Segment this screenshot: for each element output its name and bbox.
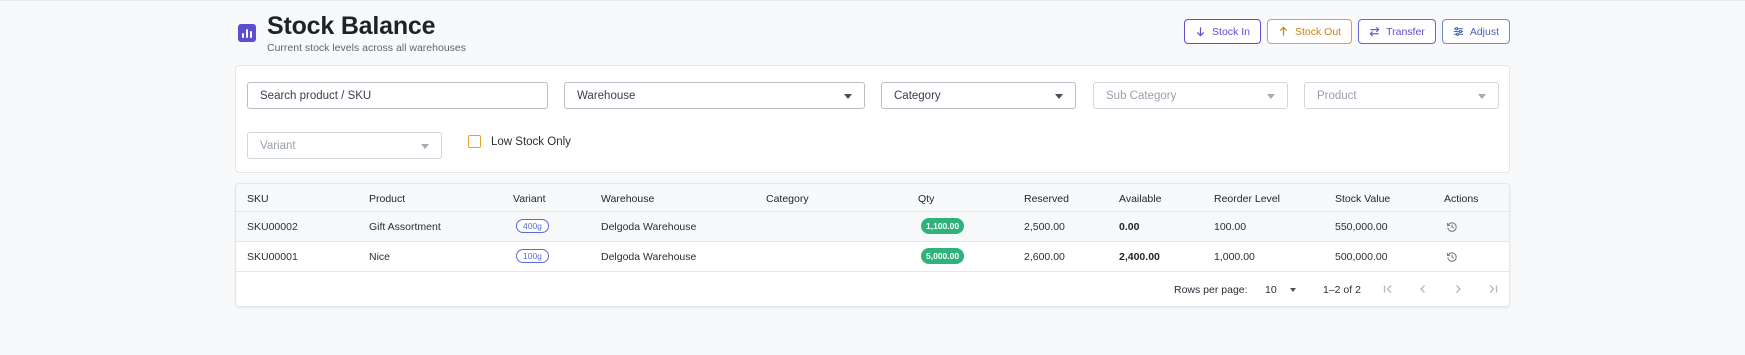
column-header-warehouse[interactable]: Warehouse [601, 193, 654, 205]
cell-available: 2,400.00 [1119, 251, 1160, 263]
header-actions: Stock In Stock Out Transfer Adjust [1184, 19, 1510, 44]
cell-product: Gift Assortment [369, 221, 441, 233]
chevron-down-icon [1055, 94, 1063, 99]
sub-category-select-label: Sub Category [1106, 89, 1177, 102]
chevron-down-icon [421, 144, 429, 149]
page-subtitle: Current stock levels across all warehous… [267, 42, 466, 54]
table-row[interactable]: SKU00001 Nice 100g Delgoda Warehouse 5,0… [236, 242, 1509, 272]
warehouse-select-label: Warehouse [577, 89, 636, 102]
search-input[interactable]: Search product / SKU [247, 82, 548, 109]
adjust-button[interactable]: Adjust [1441, 19, 1510, 44]
category-select-label: Category [894, 89, 941, 102]
previous-page-icon[interactable] [1416, 282, 1430, 296]
transfer-label: Transfer [1386, 25, 1425, 38]
low-stock-toggle[interactable]: Low Stock Only [468, 135, 571, 148]
cell-reorder-level: 100.00 [1214, 221, 1247, 233]
bar-chart-icon [238, 24, 256, 42]
stock-in-button[interactable]: Stock In [1184, 19, 1261, 44]
history-icon[interactable] [1446, 221, 1458, 233]
column-header-sku[interactable]: SKU [247, 193, 269, 205]
variant-select[interactable]: Variant [247, 132, 442, 159]
history-icon[interactable] [1446, 251, 1458, 263]
variant-chip: 100g [516, 249, 549, 263]
first-page-icon[interactable] [1381, 282, 1395, 296]
cell-reorder-level: 1,000.00 [1214, 251, 1255, 263]
cell-product: Nice [369, 251, 391, 263]
column-header-product[interactable]: Product [369, 193, 405, 205]
variant-select-label: Variant [260, 139, 296, 152]
cell-warehouse: Delgoda Warehouse [601, 251, 697, 263]
chevron-down-icon[interactable] [1290, 288, 1296, 292]
cell-stock-value: 550,000.00 [1335, 221, 1388, 233]
chevron-down-icon [1267, 94, 1275, 99]
column-header-category[interactable]: Category [766, 193, 809, 205]
adjust-label: Adjust [1469, 25, 1499, 38]
table-row[interactable]: SKU00002 Gift Assortment 400g Delgoda Wa… [236, 212, 1509, 242]
page-title: Stock Balance [267, 12, 436, 40]
product-select-label: Product [1317, 89, 1357, 102]
product-select[interactable]: Product [1304, 82, 1499, 109]
search-placeholder: Search product / SKU [260, 89, 372, 102]
qty-badge: 1,100.00 [921, 218, 965, 234]
variant-chip: 400g [516, 219, 549, 233]
top-divider [0, 0, 1745, 1]
stock-out-button[interactable]: Stock Out [1266, 19, 1353, 44]
cell-sku: SKU00002 [247, 221, 298, 233]
sub-category-select[interactable]: Sub Category [1093, 82, 1288, 109]
cell-reserved: 2,500.00 [1024, 221, 1065, 233]
column-header-reserved[interactable]: Reserved [1024, 193, 1069, 205]
chevron-down-icon [1478, 94, 1486, 99]
filter-panel: Search product / SKU Warehouse Category … [235, 65, 1510, 173]
transfer-button[interactable]: Transfer [1358, 19, 1436, 44]
low-stock-checkbox[interactable] [468, 135, 481, 148]
category-select[interactable]: Category [881, 82, 1076, 109]
warehouse-select[interactable]: Warehouse [564, 82, 865, 109]
column-header-reorder-level[interactable]: Reorder Level [1214, 193, 1280, 205]
stock-out-label: Stock Out [1294, 25, 1342, 38]
chevron-down-icon [844, 94, 852, 99]
sliders-icon [1453, 27, 1463, 36]
qty-badge: 5,000.00 [921, 248, 965, 264]
pagination-range: 1–2 of 2 [1323, 284, 1361, 296]
rows-per-page-label: Rows per page: [1174, 284, 1248, 296]
next-page-icon[interactable] [1451, 282, 1465, 296]
stock-in-label: Stock In [1212, 25, 1250, 38]
table-header: SKU Product Variant Warehouse Category Q… [236, 184, 1509, 212]
table-pagination: Rows per page: 10 1–2 of 2 [236, 272, 1509, 307]
cell-sku: SKU00001 [247, 251, 298, 263]
cell-warehouse: Delgoda Warehouse [601, 221, 697, 233]
last-page-icon[interactable] [1486, 282, 1500, 296]
column-header-actions: Actions [1444, 193, 1479, 205]
low-stock-label: Low Stock Only [491, 135, 571, 148]
swap-icon [1369, 26, 1380, 37]
arrow-down-icon [1196, 27, 1205, 37]
column-header-stock-value[interactable]: Stock Value [1335, 193, 1390, 205]
cell-available: 0.00 [1119, 221, 1140, 233]
column-header-qty[interactable]: Qty [918, 193, 934, 205]
column-header-variant[interactable]: Variant [513, 193, 546, 205]
column-header-available[interactable]: Available [1119, 193, 1161, 205]
cell-stock-value: 500,000.00 [1335, 251, 1388, 263]
stock-table: SKU Product Variant Warehouse Category Q… [235, 183, 1510, 307]
rows-per-page-select[interactable]: 10 [1265, 284, 1277, 296]
arrow-up-icon [1279, 26, 1288, 36]
cell-reserved: 2,600.00 [1024, 251, 1065, 263]
page-header: Stock Balance Current stock levels acros… [236, 10, 1510, 54]
